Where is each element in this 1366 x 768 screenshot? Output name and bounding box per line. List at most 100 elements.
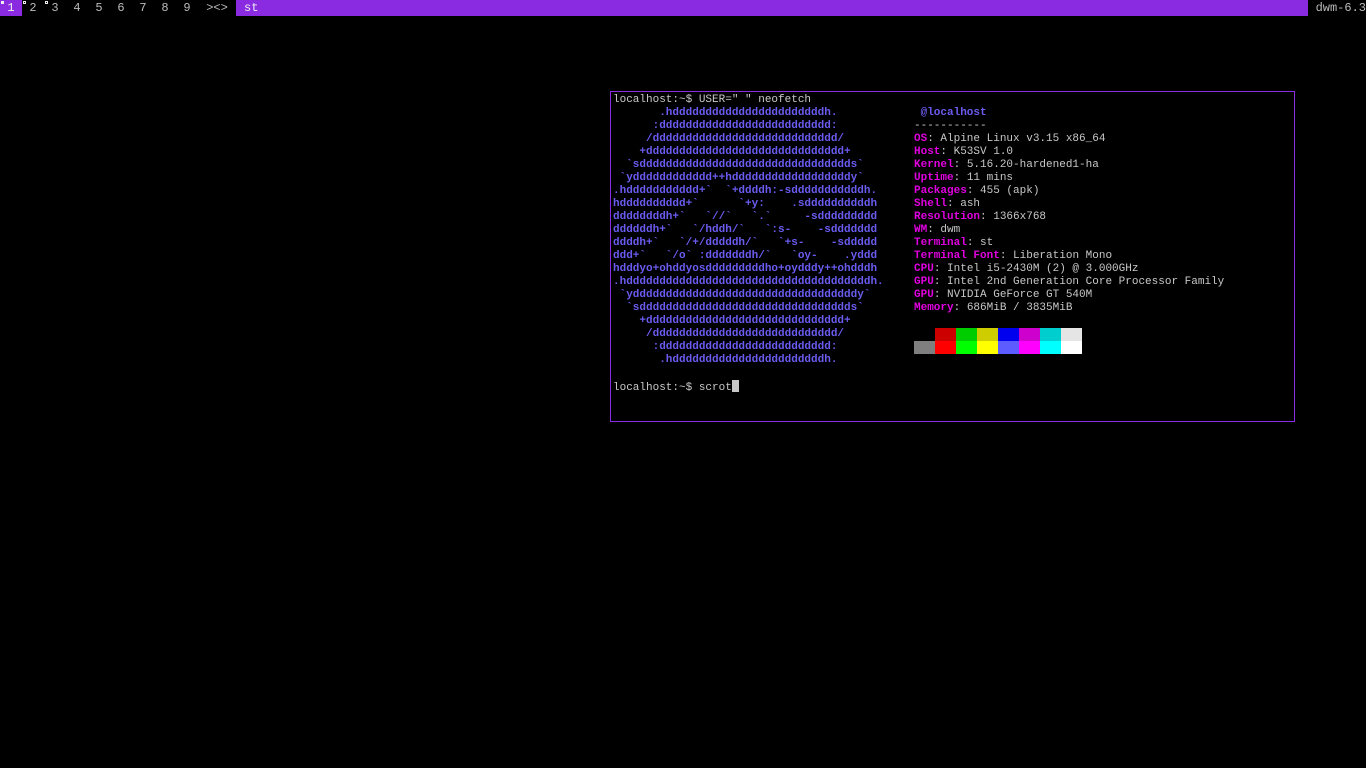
info-value: Intel 2nd Generation Core Processor Fami… xyxy=(947,276,1225,288)
tag-label: 3 xyxy=(51,1,59,15)
tag-5[interactable]: 5 xyxy=(88,0,110,16)
info-key: OS xyxy=(914,133,928,145)
info-value: 11 mins xyxy=(966,172,1014,184)
color-swatch xyxy=(1019,328,1040,341)
info-row: Memory: 686MiB / 3835MiB xyxy=(914,302,1224,315)
info-colon: : xyxy=(933,263,948,275)
color-swatch xyxy=(914,328,935,341)
info-key: GPU xyxy=(914,276,934,288)
tag-label: 9 xyxy=(183,1,191,15)
tag-label: 5 xyxy=(95,1,103,15)
info-colon: : xyxy=(999,250,1014,262)
terminal-window[interactable]: localhost:~$ USER=" " neofetch .hddddddd… xyxy=(610,91,1295,422)
info-row: WM: dwm xyxy=(914,224,1224,237)
info-colon: : xyxy=(966,237,981,249)
info-key: Kernel xyxy=(914,159,954,171)
info-row: Terminal Font: Liberation Mono xyxy=(914,250,1224,263)
info-colon: : xyxy=(953,172,967,184)
tag-3[interactable]: 3 xyxy=(44,0,66,16)
info-value: ash xyxy=(960,198,981,210)
dwm-bar: 123456789 ><> st dwm-6.3 xyxy=(0,0,1366,16)
color-swatch xyxy=(1061,328,1082,341)
info-row: Kernel: 5.16.20-hardened1-ha xyxy=(914,159,1224,172)
info-value: 686MiB / 3835MiB xyxy=(966,302,1073,314)
info-key: Terminal xyxy=(914,237,967,249)
alpine-logo-ascii: .hdddddddddddddddddddddddh. :ddddddddddd… xyxy=(613,107,884,366)
command-line-neofetch: localhost:~$ USER=" " neofetch xyxy=(613,94,812,106)
info-colon: : xyxy=(927,224,941,236)
info-row: CPU: Intel i5-2430M (2) @ 3.000GHz xyxy=(914,263,1224,276)
info-row: Host: K53SV 1.0 xyxy=(914,146,1224,159)
color-swatch xyxy=(1019,341,1040,354)
info-value: 1366x768 xyxy=(993,211,1047,223)
tag-label: 2 xyxy=(29,1,37,15)
color-swatch xyxy=(998,328,1019,341)
info-row: Resolution: 1366x768 xyxy=(914,211,1224,224)
info-colon: : xyxy=(933,289,948,301)
color-swatch xyxy=(1040,328,1061,341)
color-swatch xyxy=(977,341,998,354)
separator: ----------- xyxy=(914,120,987,132)
tag-6[interactable]: 6 xyxy=(110,0,132,16)
tag-8[interactable]: 8 xyxy=(154,0,176,16)
info-key: Terminal Font xyxy=(914,250,1000,262)
color-swatch xyxy=(1040,341,1061,354)
tag-7[interactable]: 7 xyxy=(132,0,154,16)
info-key: Host xyxy=(914,146,941,158)
layout-indicator[interactable]: ><> xyxy=(198,0,236,16)
info-value: dwm xyxy=(940,224,961,236)
info-row: Packages: 455 (apk) xyxy=(914,185,1224,198)
info-row: Shell: ash xyxy=(914,198,1224,211)
occupied-indicator xyxy=(23,1,26,4)
tag-label: 4 xyxy=(73,1,81,15)
occupied-indicator xyxy=(45,1,48,4)
info-value: 5.16.20-hardened1-ha xyxy=(966,159,1099,171)
tag-2[interactable]: 2 xyxy=(22,0,44,16)
tag-label: 7 xyxy=(139,1,147,15)
info-key: Memory xyxy=(914,302,954,314)
info-key: Resolution xyxy=(914,211,981,223)
window-title: st xyxy=(236,0,1308,16)
tag-4[interactable]: 4 xyxy=(66,0,88,16)
tag-1[interactable]: 1 xyxy=(0,0,22,16)
color-swatch xyxy=(956,341,977,354)
info-value: st xyxy=(980,237,994,249)
tag-label: 8 xyxy=(161,1,169,15)
user-host: @localhost xyxy=(914,107,987,119)
color-swatch xyxy=(935,328,956,341)
info-key: WM xyxy=(914,224,928,236)
info-key: Uptime xyxy=(914,172,954,184)
color-swatch xyxy=(956,328,977,341)
info-colon: : xyxy=(953,302,967,314)
info-key: CPU xyxy=(914,263,934,275)
info-value: Alpine Linux v3.15 x86_64 xyxy=(940,133,1106,145)
tag-label: 1 xyxy=(7,1,15,15)
info-row: Terminal: st xyxy=(914,237,1224,250)
color-swatch xyxy=(998,341,1019,354)
info-colon: : xyxy=(927,133,941,145)
text-cursor xyxy=(731,380,739,392)
color-swatch xyxy=(1061,341,1082,354)
info-colon: : xyxy=(933,276,948,288)
status-text: dwm-6.3 xyxy=(1308,0,1366,16)
info-value: Intel i5-2430M (2) @ 3.000GHz xyxy=(947,263,1139,275)
prompt-text: localhost:~$ scrot xyxy=(613,382,732,394)
color-swatch xyxy=(914,341,935,354)
info-row: GPU: NVIDIA GeForce GT 540M xyxy=(914,289,1224,302)
tag-label: 6 xyxy=(117,1,125,15)
color-swatch xyxy=(977,328,998,341)
info-value: Liberation Mono xyxy=(1013,250,1113,262)
tag-9[interactable]: 9 xyxy=(176,0,198,16)
info-colon: : xyxy=(947,198,961,210)
info-row: OS: Alpine Linux v3.15 x86_64 xyxy=(914,133,1224,146)
info-colon: : xyxy=(966,185,981,197)
command-line-scrot[interactable]: localhost:~$ scrot xyxy=(613,380,739,395)
info-key: Shell xyxy=(914,198,948,210)
info-colon: : xyxy=(980,211,994,223)
info-key: Packages xyxy=(914,185,967,197)
info-row: GPU: Intel 2nd Generation Core Processor… xyxy=(914,276,1224,289)
info-value: NVIDIA GeForce GT 540M xyxy=(947,289,1093,301)
info-colon: : xyxy=(953,159,967,171)
system-info: @localhost ----------- OS: Alpine Linux … xyxy=(914,107,1224,315)
info-key: GPU xyxy=(914,289,934,301)
